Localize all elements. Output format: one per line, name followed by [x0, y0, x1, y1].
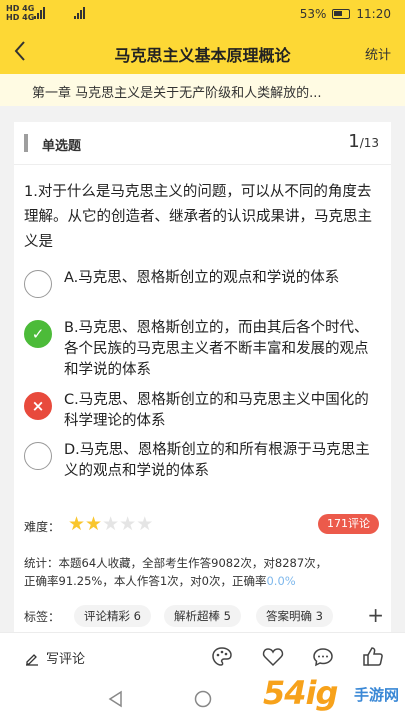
total-questions: /13: [359, 136, 379, 150]
tags-label: 标签：: [24, 610, 61, 624]
option-text: C.马克思、恩格斯创立的和马克思主义中国化的科学理论的体系: [64, 392, 369, 429]
clock: 11:20: [356, 7, 391, 21]
back-triangle-icon[interactable]: [106, 689, 126, 709]
chapter-title[interactable]: 第一章 马克思主义是关于无产阶级和人类解放的...: [0, 74, 405, 106]
network-indicator: HD 4G HD 4G: [6, 4, 34, 22]
write-comment-button[interactable]: 写评论: [24, 648, 85, 667]
question-counter: 1/13: [348, 131, 379, 152]
question-type: 单选题: [42, 139, 82, 154]
tags-row: 标签： 评论精彩 6 解析超棒 5 答案明确 3 +: [24, 603, 386, 627]
signal-icon: [34, 7, 48, 19]
option-c[interactable]: × C.马克思、恩格斯创立的和马克思主义中国化的科学理论的体系: [24, 390, 376, 434]
network-label-2: HD 4G: [6, 13, 35, 22]
cross-icon[interactable]: ×: [24, 392, 52, 420]
status-bar: HD 4G HD 4G 53% 11:20: [0, 0, 405, 30]
tag-chip[interactable]: 解析超棒 5: [164, 605, 241, 627]
difficulty-label: 难度：: [24, 520, 61, 534]
option-radio[interactable]: [24, 442, 52, 470]
answer-statistics: 统计：本题64人收藏，全部考生作答9082次，对8287次， 正确率91.25%…: [24, 554, 384, 590]
network-label-1: HD 4G: [6, 4, 35, 13]
option-text: D.马克思、恩格斯创立的和所有根源于马克思主义的观点和学说的体系: [64, 442, 370, 479]
stats-line-2: 正确率91.25%，本人作答1次，对0次，正确率0.0%: [24, 572, 384, 590]
pencil-icon: [26, 653, 38, 666]
star-icon: ★: [85, 513, 103, 535]
check-icon[interactable]: ✓: [24, 320, 52, 348]
stats-line-2-text: 正确率91.25%，本人作答1次，对0次，正确率: [24, 574, 267, 588]
app-header: 马克思主义基本原理概论 统计: [0, 30, 405, 74]
comment-icon[interactable]: [311, 645, 335, 669]
option-text: B.马克思、恩格斯创立的，而由其后各个时代、各个民族的马克思主义者不断丰富和发展…: [64, 320, 369, 378]
option-text: A.马克思、恩格斯创立的观点和学说的体系: [64, 270, 340, 286]
question-type-marker: [24, 134, 28, 152]
star-icon: ★: [102, 513, 120, 535]
option-radio[interactable]: [24, 270, 52, 298]
thumbs-up-icon[interactable]: [361, 645, 385, 669]
statistics-button[interactable]: 统计: [365, 44, 391, 63]
option-b[interactable]: ✓ B.马克思、恩格斯创立的，而由其后各个时代、各个民族的马克思主义者不断丰富和…: [24, 318, 376, 382]
palette-icon[interactable]: [210, 645, 234, 669]
question-card: 单选题 1/13 1.对于什么是马克思主义的问题，可以从不同的角度去理解。从它的…: [14, 122, 391, 632]
current-question-number: 1: [348, 131, 360, 152]
battery-icon: [332, 9, 351, 19]
tag-chip[interactable]: 答案明确 3: [256, 605, 333, 627]
question-text: 1.对于什么是马克思主义的问题，可以从不同的角度去理解。从它的创造者、继承者的认…: [24, 184, 372, 250]
star-icon: ★: [119, 513, 137, 535]
personal-accuracy: 0.0%: [266, 574, 296, 588]
watermark-logo: 54ig 手游网: [263, 672, 403, 720]
watermark-text: 手游网: [353, 686, 399, 704]
chevron-left-icon: [14, 41, 25, 61]
divider: [14, 164, 391, 165]
option-a[interactable]: A.马克思、恩格斯创立的观点和学说的体系: [24, 268, 376, 312]
battery-percent: 53%: [299, 7, 327, 21]
option-d[interactable]: D.马克思、恩格斯创立的和所有根源于马克思主义的观点和学说的体系: [24, 440, 376, 484]
watermark-number: 54ig: [263, 674, 338, 712]
stats-line-1: 统计：本题64人收藏，全部考生作答9082次，对8287次，: [24, 556, 328, 570]
difficulty-rating: ★★★★★: [68, 513, 153, 535]
write-comment-label: 写评论: [46, 652, 86, 667]
back-button[interactable]: [8, 38, 32, 64]
page-title: 马克思主义基本原理概论: [114, 46, 291, 65]
tag-chip[interactable]: 评论精彩 6: [74, 605, 151, 627]
heart-icon[interactable]: [261, 645, 285, 669]
plus-icon[interactable]: +: [367, 603, 384, 627]
star-icon: ★: [68, 513, 86, 535]
comment-count-button[interactable]: 171评论: [318, 514, 379, 534]
signal-icon-2: [74, 7, 88, 19]
home-circle-icon[interactable]: [193, 689, 213, 709]
star-icon: ★: [136, 513, 154, 535]
